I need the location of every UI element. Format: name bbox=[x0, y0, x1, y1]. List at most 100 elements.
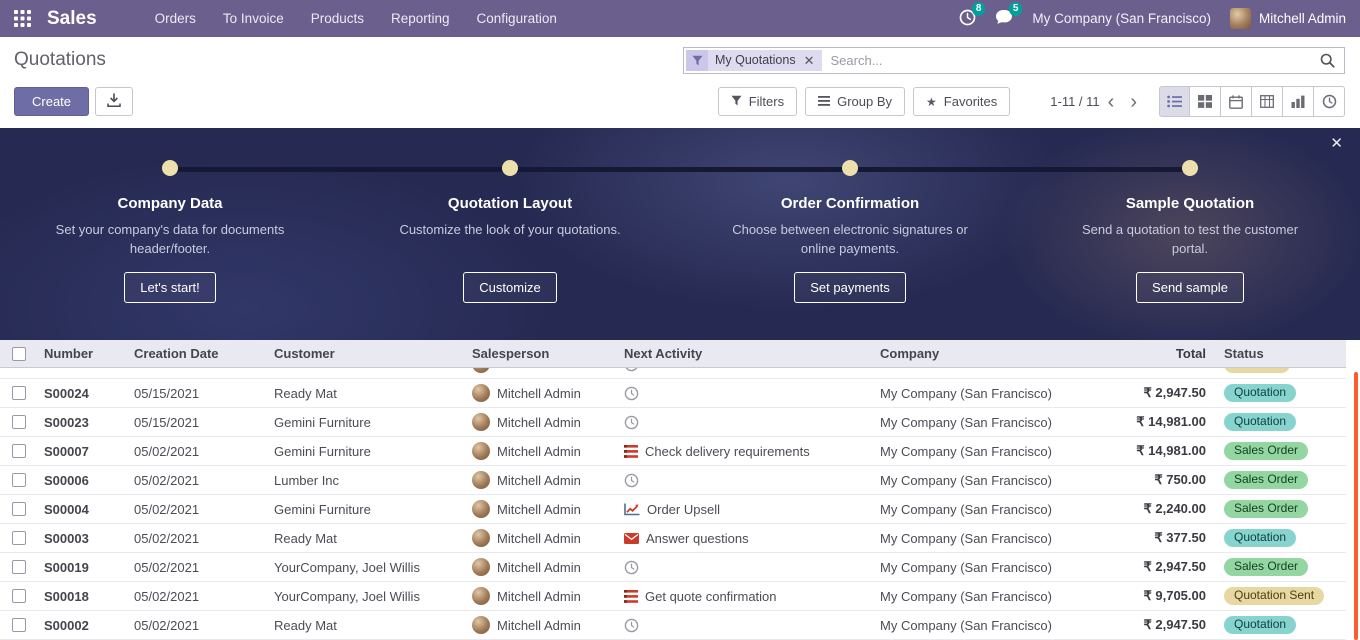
table-row[interactable]: S00024 05/15/2021 Ready Mat Mitchell Adm… bbox=[0, 379, 1346, 408]
favorites-button[interactable]: ★ Favorites bbox=[913, 87, 1010, 116]
column-header-total[interactable]: Total bbox=[1106, 340, 1218, 367]
row-checkbox[interactable] bbox=[0, 379, 38, 407]
select-all-checkbox[interactable] bbox=[0, 340, 38, 367]
kanban-view-icon[interactable] bbox=[1190, 86, 1221, 117]
activity-menu[interactable]: 8 bbox=[959, 9, 976, 29]
salesperson-cell: Mitchell Admin bbox=[466, 582, 618, 610]
chart-icon bbox=[624, 503, 640, 516]
app-name[interactable]: Sales bbox=[47, 8, 97, 30]
next-activity-cell[interactable] bbox=[618, 553, 874, 581]
company-name: My Company (San Francisco) bbox=[874, 611, 1106, 639]
calendar-view-icon[interactable] bbox=[1221, 86, 1252, 117]
company-name: My Company (San Francisco) bbox=[874, 437, 1106, 465]
pivot-view-icon[interactable] bbox=[1252, 86, 1283, 117]
remove-facet-icon[interactable]: ✕ bbox=[803, 54, 822, 67]
table-row[interactable]: S00007 05/02/2021 Gemini Furniture Mitch… bbox=[0, 437, 1346, 466]
table-row[interactable]: S00018 05/02/2021 YourCompany, Joel Will… bbox=[0, 582, 1346, 611]
menu-item-products[interactable]: Products bbox=[311, 11, 364, 26]
table-row[interactable]: S00023 05/15/2021 Gemini Furniture Mitch… bbox=[0, 408, 1346, 437]
group-by-button[interactable]: Group By bbox=[805, 87, 905, 116]
column-header-next-activity[interactable]: Next Activity bbox=[618, 340, 874, 367]
status-cell: Quotation bbox=[1218, 524, 1346, 552]
next-activity-cell[interactable] bbox=[618, 379, 874, 407]
next-activity-cell[interactable]: Answer questions bbox=[618, 524, 874, 552]
column-header-status[interactable]: Status bbox=[1218, 340, 1346, 367]
column-header-company[interactable]: Company bbox=[874, 340, 1106, 367]
row-checkbox[interactable] bbox=[0, 553, 38, 581]
salesperson-avatar bbox=[472, 529, 490, 547]
table-row[interactable]: S00003 05/02/2021 Ready Mat Mitchell Adm… bbox=[0, 524, 1346, 553]
column-header-creation-date[interactable]: Creation Date bbox=[128, 340, 268, 367]
column-header-salesperson[interactable]: Salesperson bbox=[466, 340, 618, 367]
message-count-badge: 5 bbox=[1009, 2, 1023, 16]
table-row[interactable]: S00004 05/02/2021 Gemini Furniture Mitch… bbox=[0, 495, 1346, 524]
column-header-customer[interactable]: Customer bbox=[268, 340, 466, 367]
salesperson-cell: Mitchell Admin bbox=[466, 379, 618, 407]
company-name: My Company (San Francisco) bbox=[874, 408, 1106, 436]
clock-icon bbox=[624, 618, 639, 633]
search-input[interactable] bbox=[825, 53, 1313, 68]
next-activity-cell[interactable]: Order Upsell bbox=[618, 495, 874, 523]
salesperson-name: Mitchell Admin bbox=[497, 560, 581, 575]
table-row[interactable]: S00002 05/02/2021 Ready Mat Mitchell Adm… bbox=[0, 611, 1346, 640]
status-badge: Quotation bbox=[1224, 413, 1296, 431]
order-number: S00004 bbox=[38, 495, 128, 523]
apps-menu-icon[interactable] bbox=[10, 8, 35, 29]
menu-item-orders[interactable]: Orders bbox=[155, 11, 196, 26]
quotations-list: Number Creation Date Customer Salesperso… bbox=[0, 340, 1346, 640]
creation-date: 05/02/2021 bbox=[128, 524, 268, 552]
menu-item-to-invoice[interactable]: To Invoice bbox=[223, 11, 284, 26]
user-menu[interactable]: Mitchell Admin bbox=[1230, 8, 1346, 29]
vertical-scrollbar[interactable] bbox=[1354, 372, 1358, 640]
next-activity-cell[interactable] bbox=[618, 611, 874, 639]
pager-next-icon[interactable]: › bbox=[1122, 94, 1145, 110]
order-number: S00003 bbox=[38, 524, 128, 552]
salesperson-cell: Mitchell Admin bbox=[466, 408, 618, 436]
row-checkbox[interactable] bbox=[0, 437, 38, 465]
menu-item-reporting[interactable]: Reporting bbox=[391, 11, 450, 26]
table-row[interactable]: S00006 05/02/2021 Lumber Inc Mitchell Ad… bbox=[0, 466, 1346, 495]
favorites-label: Favorites bbox=[944, 94, 997, 109]
company-switcher[interactable]: My Company (San Francisco) bbox=[1032, 11, 1211, 26]
next-activity-cell[interactable] bbox=[618, 466, 874, 494]
company-name: My Company (San Francisco) bbox=[874, 524, 1106, 552]
list-view-icon[interactable] bbox=[1159, 86, 1190, 117]
table-row[interactable]: S00019 05/02/2021 YourCompany, Joel Will… bbox=[0, 553, 1346, 582]
column-header-number[interactable]: Number bbox=[38, 340, 128, 367]
status-badge: Sales Order bbox=[1224, 500, 1308, 518]
set-payments-button[interactable]: Set payments bbox=[794, 272, 906, 303]
next-activity-cell[interactable] bbox=[618, 408, 874, 436]
company-name: My Company (San Francisco) bbox=[874, 466, 1106, 494]
messages-menu[interactable]: 5 bbox=[995, 9, 1013, 28]
activity-label: Check delivery requirements bbox=[645, 444, 810, 459]
status-cell: Sales Order bbox=[1218, 437, 1346, 465]
salesperson-name: Mitchell Admin bbox=[497, 473, 581, 488]
row-checkbox[interactable] bbox=[0, 495, 38, 523]
salesperson-cell: Mitchell Admin bbox=[466, 495, 618, 523]
graph-view-icon[interactable] bbox=[1283, 86, 1314, 117]
pager-previous-icon[interactable]: ‹ bbox=[1100, 94, 1123, 110]
row-checkbox[interactable] bbox=[0, 611, 38, 639]
salesperson-name: Mitchell Admin bbox=[497, 386, 581, 401]
row-checkbox[interactable] bbox=[0, 582, 38, 610]
row-checkbox[interactable] bbox=[0, 408, 38, 436]
menu-item-configuration[interactable]: Configuration bbox=[477, 11, 557, 26]
salesperson-name: Mitchell Admin bbox=[497, 502, 581, 517]
row-checkbox[interactable] bbox=[0, 466, 38, 494]
step-description: Customize the look of your quotations. bbox=[399, 221, 620, 259]
create-button[interactable]: Create bbox=[14, 87, 89, 116]
next-activity-cell[interactable]: Check delivery requirements bbox=[618, 437, 874, 465]
row-checkbox[interactable] bbox=[0, 524, 38, 552]
lets-start-button[interactable]: Let's start! bbox=[124, 272, 216, 303]
search-icon[interactable] bbox=[1312, 52, 1342, 69]
status-cell: Sales Order bbox=[1218, 553, 1346, 581]
send-sample-button[interactable]: Send sample bbox=[1136, 272, 1244, 303]
customize-button[interactable]: Customize bbox=[463, 272, 556, 303]
filters-button[interactable]: Filters bbox=[718, 87, 797, 116]
next-activity-cell[interactable]: Get quote confirmation bbox=[618, 582, 874, 610]
customer-name: Gemini Furniture bbox=[268, 437, 466, 465]
activity-view-icon[interactable] bbox=[1314, 86, 1345, 117]
export-button[interactable] bbox=[95, 87, 133, 116]
step-title: Sample Quotation bbox=[1126, 195, 1254, 212]
control-panel: Quotations My Quotations ✕ bbox=[0, 37, 1360, 83]
